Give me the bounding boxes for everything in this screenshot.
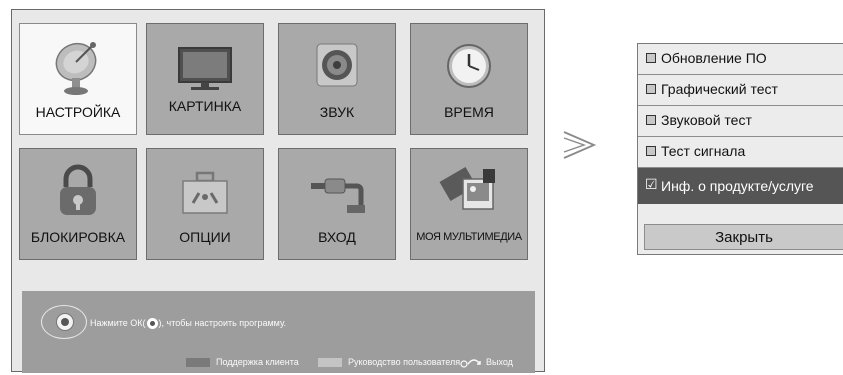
tile-label: ВХОД	[318, 229, 356, 245]
menu-item-label: Обновление ПО	[661, 50, 767, 66]
menu-item-label: Тест сигнала	[661, 143, 746, 159]
checkbox-icon	[646, 84, 656, 94]
tile-my-media[interactable]: МОЯ МУЛЬТИМЕДИА	[410, 148, 528, 260]
tile-label: МОЯ МУЛЬТИМЕДИА	[416, 231, 522, 243]
checkbox-icon	[646, 53, 656, 63]
menu-item-label: Инф. о продукте/услуге	[661, 178, 814, 194]
menu-item-label: Звуковой тест	[661, 112, 752, 128]
legend-exit: Выход	[460, 357, 513, 368]
menu-item-sound-test[interactable]: Звуковой тест	[638, 106, 843, 137]
legend-user-guide: Руководство пользователя	[318, 357, 461, 368]
menu-item-picture-test[interactable]: Графический тест	[638, 75, 843, 106]
menu-item-signal-test[interactable]: Тест сигнала	[638, 137, 843, 168]
satellite-dish-icon	[55, 42, 97, 95]
help-bar: Нажмите ОК( ), чтобы настроить программу.…	[22, 291, 535, 373]
help-text: Нажмите ОК( ), чтобы настроить программу.	[90, 318, 287, 330]
padlock-icon	[60, 164, 96, 215]
guide-color-key-icon	[318, 358, 342, 368]
multimedia-icon	[439, 166, 495, 210]
navigation-wheel-icon	[41, 305, 87, 339]
legend-label: Поддержка клиента	[216, 357, 299, 367]
tile-label: БЛОКИРОВКА	[30, 229, 126, 245]
ok-button-icon	[146, 318, 158, 330]
toolbox-icon	[182, 171, 228, 214]
checkbox-icon	[646, 146, 656, 156]
tv-icon	[178, 47, 232, 90]
menu-item-label: Графический тест	[661, 81, 778, 97]
double-chevron-right-icon	[563, 131, 597, 159]
help-text-after: ), чтобы настроить программу.	[158, 318, 287, 328]
menu-item-software-update[interactable]: Обновление ПО	[638, 44, 843, 75]
tile-label: НАСТРОЙКА	[35, 104, 121, 120]
checkbox-icon	[646, 115, 656, 125]
tile-time[interactable]: ВРЕМЯ	[410, 23, 528, 135]
tile-label: ОПЦИИ	[179, 229, 231, 245]
help-text-before: Нажмите ОК(	[90, 318, 146, 328]
tile-label: КАРТИНКА	[168, 98, 242, 114]
support-color-key-icon	[186, 358, 210, 368]
menu-item-product-info[interactable]: ☑ Инф. о продукте/услуге	[638, 168, 843, 204]
close-button[interactable]: Закрыть	[644, 224, 843, 250]
legend-customer-support: Поддержка клиента	[186, 357, 299, 368]
tile-input[interactable]: ВХОД	[278, 148, 396, 260]
support-menu: Обновление ПО Графический тест Звуковой …	[637, 43, 843, 255]
checked-checkbox-icon: ☑	[645, 176, 658, 192]
speaker-icon	[316, 43, 358, 87]
main-menu-panel: НАСТРОЙКА КАРТИНКА ЗВУК ВРЕМЯ БЛОКИРОВКА…	[11, 9, 545, 373]
tile-label: ВРЕМЯ	[444, 104, 494, 120]
tile-options[interactable]: ОПЦИИ	[146, 148, 264, 260]
tile-picture[interactable]: КАРТИНКА	[146, 23, 264, 135]
tile-setup[interactable]: НАСТРОЙКА	[19, 23, 137, 135]
tile-label: ЗВУК	[319, 104, 355, 120]
tile-sound[interactable]: ЗВУК	[278, 23, 396, 135]
clock-icon	[447, 44, 491, 88]
legend-label: Руководство пользователя	[348, 357, 461, 367]
av-cable-icon	[311, 178, 365, 213]
exit-label: Выход	[486, 357, 513, 367]
tile-lock[interactable]: БЛОКИРОВКА	[19, 148, 137, 260]
exit-icon	[460, 358, 481, 368]
